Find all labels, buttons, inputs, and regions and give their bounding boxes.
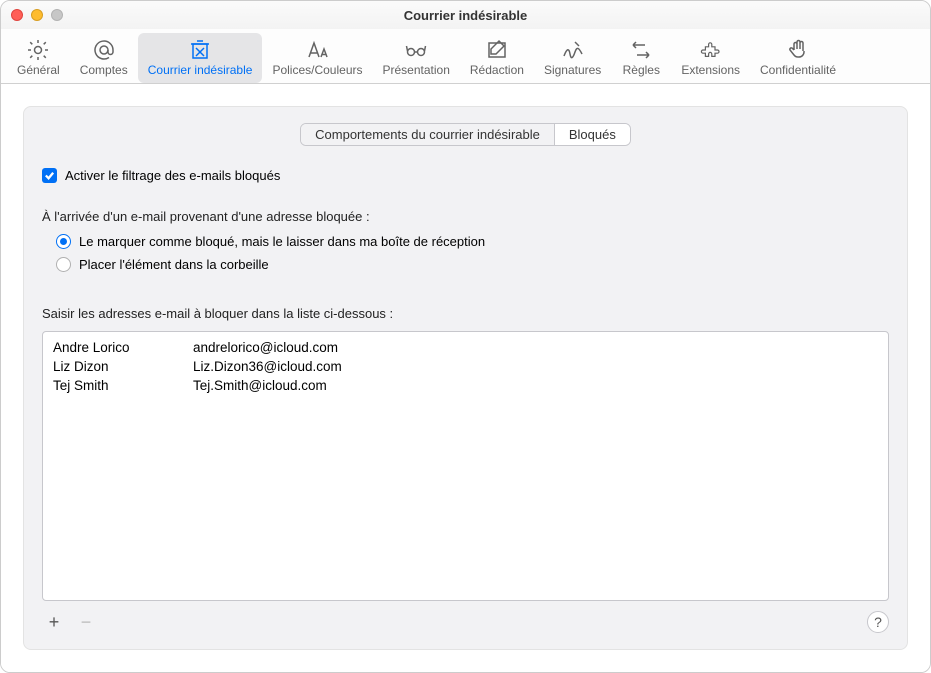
tab-blocked[interactable]: Bloqués	[555, 124, 630, 145]
help-button[interactable]: ?	[867, 611, 889, 633]
toolbar-fonts[interactable]: Polices/Couleurs	[262, 33, 372, 83]
radio-move-trash-label: Placer l'élément dans la corbeille	[79, 257, 269, 272]
tab-junk-behaviors[interactable]: Comportements du courrier indésirable	[301, 124, 555, 145]
hand-icon	[786, 37, 810, 63]
toolbar-junk-label: Courrier indésirable	[148, 63, 253, 77]
toolbar-privacy-label: Confidentialité	[760, 63, 836, 77]
toolbar-signatures-label: Signatures	[544, 63, 601, 77]
signature-icon	[561, 37, 585, 63]
junk-mail-icon	[188, 37, 212, 63]
toolbar-general[interactable]: Général	[7, 33, 70, 83]
toolbar-rules-label: Règles	[623, 63, 660, 77]
blocked-name: Liz Dizon	[53, 359, 193, 374]
minimize-window-button[interactable]	[31, 9, 43, 21]
enable-blocked-filtering-checkbox[interactable]	[42, 168, 57, 183]
blocked-addresses-list[interactable]: Andre Lorico andrelorico@icloud.com Liz …	[42, 331, 889, 601]
radio-mark-blocked[interactable]	[56, 234, 71, 249]
blocked-name: Tej Smith	[53, 378, 193, 393]
toolbar-accounts[interactable]: Comptes	[70, 33, 138, 83]
puzzle-icon	[699, 37, 723, 63]
toolbar-extensions-label: Extensions	[681, 63, 740, 77]
toolbar-rules[interactable]: Règles	[611, 33, 671, 83]
list-item[interactable]: Andre Lorico andrelorico@icloud.com	[53, 338, 878, 357]
compose-icon	[485, 37, 509, 63]
toolbar-general-label: Général	[17, 63, 60, 77]
maximize-window-button	[51, 9, 63, 21]
toolbar-extensions[interactable]: Extensions	[671, 33, 750, 83]
window-title: Courrier indésirable	[11, 8, 920, 23]
enable-blocked-filtering-label: Activer le filtrage des e-mails bloqués	[65, 168, 280, 183]
toolbar-junk[interactable]: Courrier indésirable	[138, 33, 263, 83]
blocked-name: Andre Lorico	[53, 340, 193, 355]
toolbar-viewing-label: Présentation	[383, 63, 450, 77]
at-sign-icon	[92, 37, 116, 63]
fonts-icon	[305, 37, 329, 63]
glasses-icon	[404, 37, 428, 63]
radio-move-trash[interactable]	[56, 257, 71, 272]
add-blocked-button[interactable]: +	[42, 611, 66, 633]
blocked-email: Tej.Smith@icloud.com	[193, 378, 327, 393]
toolbar-viewing[interactable]: Présentation	[373, 33, 460, 83]
close-window-button[interactable]	[11, 9, 23, 21]
list-item[interactable]: Liz Dizon Liz.Dizon36@icloud.com	[53, 357, 878, 376]
toolbar-privacy[interactable]: Confidentialité	[750, 33, 846, 83]
blocked-list-instruction: Saisir les adresses e-mail à bloquer dan…	[42, 306, 889, 321]
blocked-email: andrelorico@icloud.com	[193, 340, 338, 355]
toolbar-accounts-label: Comptes	[80, 63, 128, 77]
toolbar-signatures[interactable]: Signatures	[534, 33, 611, 83]
blocked-arrival-label: À l'arrivée d'un e-mail provenant d'une …	[42, 209, 889, 224]
remove-blocked-button[interactable]: −	[74, 611, 98, 633]
toolbar-composing-label: Rédaction	[470, 63, 524, 77]
blocked-email: Liz.Dizon36@icloud.com	[193, 359, 342, 374]
gear-icon	[26, 37, 50, 63]
list-item[interactable]: Tej Smith Tej.Smith@icloud.com	[53, 376, 878, 395]
toolbar-fonts-label: Polices/Couleurs	[272, 63, 362, 77]
toolbar-composing[interactable]: Rédaction	[460, 33, 534, 83]
rules-icon	[629, 37, 653, 63]
junk-tabs: Comportements du courrier indésirable Bl…	[300, 123, 631, 146]
radio-mark-blocked-label: Le marquer comme bloqué, mais le laisser…	[79, 234, 485, 249]
